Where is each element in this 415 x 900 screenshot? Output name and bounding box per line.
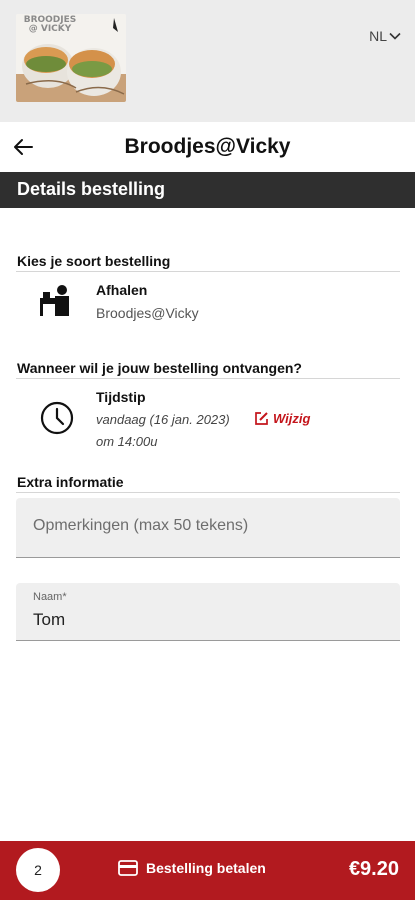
name-input[interactable]: [33, 610, 383, 630]
timing-time: om 14:00u: [96, 434, 158, 449]
timing-label: Wanneer wil je jouw bestelling ontvangen…: [17, 360, 302, 376]
cart-count-badge[interactable]: 2: [16, 848, 60, 892]
language-label: NL: [369, 28, 387, 44]
order-type-label: Kies je soort bestelling: [17, 253, 171, 269]
order-type-title: Afhalen: [96, 282, 148, 298]
page-title: Broodjes@Vicky: [124, 135, 291, 158]
edit-time-link[interactable]: Wijzig: [254, 411, 310, 426]
section-header: Details bestelling: [0, 172, 415, 208]
divider: [16, 271, 400, 272]
pay-order-label: Bestelling betalen: [146, 860, 266, 876]
timing-title: Tijdstip: [96, 389, 146, 405]
order-type-subtitle: Broodjes@Vicky: [96, 305, 199, 321]
section-title: Details bestelling: [17, 179, 166, 199]
chevron-down-icon: [389, 32, 401, 40]
edit-time-label: Wijzig: [273, 411, 311, 426]
remarks-input[interactable]: [33, 517, 383, 535]
credit-card-icon: [118, 860, 138, 876]
checkout-bar: 2 Bestelling betalen €9.20: [0, 841, 415, 900]
clock-icon: [40, 401, 74, 435]
remarks-field: [16, 498, 400, 558]
top-banner: BROODJES @ VICKY NL: [0, 0, 415, 122]
pay-order-button[interactable]: Bestelling betalen: [118, 860, 266, 876]
divider: [16, 378, 400, 379]
edit-icon: [255, 412, 268, 425]
logo-text: BROODJES @ VICKY: [23, 15, 77, 34]
app-header: Broodjes@Vicky: [0, 122, 415, 172]
divider: [16, 492, 400, 493]
pickup-counter-icon: [40, 285, 69, 316]
timing-date: vandaag (16 jan. 2023): [96, 412, 230, 427]
name-field-label: Naam*: [33, 591, 67, 603]
extra-info-label: Extra informatie: [17, 474, 124, 490]
language-selector[interactable]: NL: [369, 28, 401, 44]
order-total: €9.20: [348, 858, 399, 880]
name-field: Naam*: [16, 583, 400, 641]
shop-logo: BROODJES @ VICKY: [16, 14, 126, 102]
